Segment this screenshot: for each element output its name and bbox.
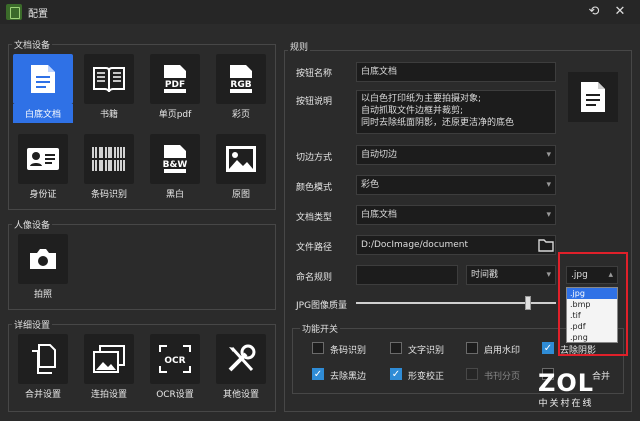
text-recognition-checkbox-label: 文字识别 [408, 346, 445, 356]
barcode-checkbox-label: 条码识别 [330, 346, 367, 356]
ocr-icon: OCR [159, 345, 191, 373]
file-path-label: 文件路径 [296, 243, 333, 253]
feature-switch-title: 功能开关 [300, 322, 341, 335]
refresh-icon[interactable]: ⟲ [586, 4, 602, 20]
button-name-label: 按钮名称 [296, 69, 333, 79]
button-name-input[interactable]: 白底文档 [356, 62, 556, 82]
tile-other-settings[interactable]: 其他设置 [216, 334, 266, 400]
pdf-badge: PDF [165, 80, 185, 90]
rgb-icon: RGB [227, 65, 255, 93]
tile-label: 条码识别 [90, 190, 127, 200]
watermark-logo: ZOL [537, 369, 595, 397]
zol-watermark: ZOL 中关村在线 [522, 370, 610, 414]
color-mode-label: 颜色模式 [296, 183, 333, 193]
tile-label: 书籍 [99, 110, 118, 120]
color-mode-select[interactable]: 彩色 [356, 175, 556, 195]
watermark-checkbox[interactable] [466, 342, 478, 354]
book-split-checkbox[interactable] [466, 368, 478, 380]
window-title: 配置 [28, 9, 48, 20]
book-split-checkbox-label: 书刊分页 [484, 372, 521, 382]
close-icon[interactable]: ✕ [612, 4, 628, 20]
desc-line: 自动抓取文件边框并裁剪; [361, 106, 464, 116]
tile-label: 原图 [231, 190, 250, 200]
tile-white-doc[interactable]: 白底文档 [13, 54, 73, 123]
image-icon [226, 146, 256, 172]
file-path-input[interactable]: D:/DocImage/document [356, 235, 556, 255]
tools-icon [228, 344, 256, 372]
tile-label: 白底文档 [13, 104, 73, 123]
barcode-icon [91, 147, 127, 171]
book-icon [93, 67, 125, 92]
remove-black-border-checkbox-label: 去除黑边 [330, 372, 367, 382]
crop-mode-label: 切边方式 [296, 153, 333, 163]
text-recognition-checkbox[interactable] [390, 342, 402, 354]
tile-id-card[interactable]: 身份证 [18, 134, 68, 200]
doc-device-group-title: 文档设备 [12, 38, 53, 51]
crop-mode-select[interactable]: 自动切边 [356, 145, 556, 165]
tile-camera[interactable]: 拍照 [18, 234, 68, 300]
folder-icon[interactable] [538, 238, 554, 252]
tile-burst-settings[interactable]: 连拍设置 [84, 334, 134, 400]
tile-label: 身份证 [29, 190, 57, 200]
naming-rule-label: 命名规则 [296, 273, 333, 283]
tile-color-page[interactable]: RGB 彩页 [216, 54, 266, 120]
portrait-device-group-title: 人像设备 [12, 218, 53, 231]
deform-correction-checkbox-label: 形变校正 [408, 372, 445, 382]
bw-icon: B&W [161, 145, 189, 173]
jpg-quality-label: JPG图像质量 [296, 301, 348, 311]
rules-panel-title: 规则 [288, 40, 311, 53]
ocr-badge: OCR [164, 356, 185, 366]
remove-shadow-checkbox[interactable]: ✓ [542, 342, 554, 354]
detail-settings-group-title: 详细设置 [12, 318, 53, 331]
desc-line: 同时去除纸面阴影，还原更洁净的底色 [361, 118, 515, 128]
doc-type-label: 文档类型 [296, 213, 333, 223]
desc-line: 以白色打印纸为主要拍摄对象; [361, 94, 482, 104]
app-icon [6, 4, 22, 20]
doc-type-select[interactable]: 白底文档 [356, 205, 556, 225]
button-desc-textarea[interactable]: 以白色打印纸为主要拍摄对象; 自动抓取文件边框并裁剪; 同时去除纸面阴影，还原更… [356, 90, 556, 134]
naming-mode-select[interactable]: 时间戳 [466, 265, 556, 285]
annotation-highlight-box [558, 252, 628, 356]
camera-icon [30, 249, 56, 269]
tile-label: 彩页 [231, 110, 250, 120]
remove-black-border-checkbox[interactable]: ✓ [312, 368, 324, 380]
tile-label: 连拍设置 [90, 390, 127, 400]
naming-prefix-input[interactable] [356, 265, 458, 285]
deform-correction-checkbox[interactable]: ✓ [390, 368, 402, 380]
tile-label: 黑白 [165, 190, 184, 200]
tile-book[interactable]: 书籍 [84, 54, 134, 120]
barcode-checkbox[interactable] [312, 342, 324, 354]
tile-original[interactable]: 原图 [216, 134, 266, 200]
document-icon [581, 82, 605, 112]
tile-label: 其他设置 [222, 390, 259, 400]
tile-label: OCR设置 [156, 390, 194, 400]
rgb-badge: RGB [230, 80, 251, 90]
tile-ocr-settings[interactable]: OCR OCR设置 [150, 334, 200, 400]
tile-merge-settings[interactable]: 合并设置 [18, 334, 68, 400]
tile-label: 拍照 [33, 290, 52, 300]
button-desc-label: 按钮说明 [296, 97, 333, 107]
id-card-icon [27, 148, 59, 170]
tile-label: 单页pdf [158, 110, 192, 120]
title-bar: 配置 ⟲ ✕ [0, 0, 640, 24]
gallery-icon [93, 345, 125, 373]
tile-label: 合并设置 [24, 390, 61, 400]
copy-icon [32, 344, 56, 374]
pdf-icon: PDF [161, 65, 189, 93]
watermark-checkbox-label: 启用水印 [484, 346, 521, 356]
jpg-quality-slider-thumb[interactable] [525, 296, 531, 310]
bw-badge: B&W [163, 160, 188, 170]
tile-barcode[interactable]: 条码识别 [84, 134, 134, 200]
tile-black-white[interactable]: B&W 黑白 [150, 134, 200, 200]
watermark-subtitle: 中关村在线 [538, 399, 594, 409]
button-preview [568, 72, 618, 122]
document-icon [31, 65, 55, 93]
tile-single-pdf[interactable]: PDF 单页pdf [150, 54, 200, 120]
